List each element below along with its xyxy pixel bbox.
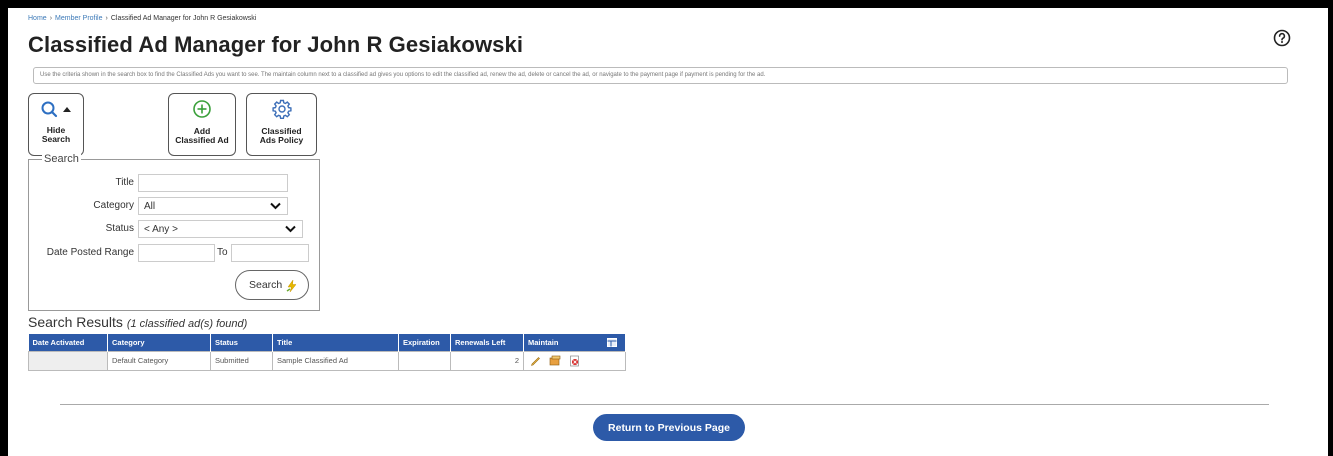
return-to-previous-page-button[interactable]: Return to Previous Page: [593, 414, 745, 441]
breadcrumb: Home › Member Profile › Classified Ad Manage…: [28, 15, 256, 22]
title-label: Title: [115, 177, 134, 188]
breadcrumb-separator: ›: [105, 15, 108, 22]
hide-search-label-2: Search: [41, 134, 71, 144]
breadcrumb-home-link[interactable]: Home: [28, 15, 47, 22]
page-frame: Home › Member Profile › Classified Ad Manage…: [8, 8, 1328, 456]
help-circle-icon[interactable]: [1273, 29, 1291, 47]
cell-category: Default Category: [107, 350, 211, 371]
status-value: < Any >: [144, 224, 178, 235]
cell-date-activated: [28, 350, 108, 371]
search-button-label: Search: [249, 279, 283, 291]
breadcrumb-member-profile-link[interactable]: Member Profile: [55, 15, 102, 22]
date-from-input[interactable]: [138, 244, 215, 262]
breadcrumb-current: Classified Ad Manager for John R Gesiako…: [110, 15, 257, 22]
classified-ads-policy-button[interactable]: Classified Ads Policy: [246, 93, 317, 156]
category-value: All: [144, 201, 156, 212]
col-maintain-label: Maintain: [528, 337, 559, 347]
category-label: Category: [93, 200, 134, 211]
category-row: Category: [8, 197, 134, 215]
date-range-label: Date Posted Range: [46, 247, 134, 258]
add-classified-ad-button[interactable]: Add Classified Ad: [168, 93, 236, 156]
date-to-input[interactable]: [231, 244, 309, 262]
col-date-activated[interactable]: Date Activated: [28, 334, 108, 351]
title-input[interactable]: [138, 174, 288, 192]
edit-pencil-icon[interactable]: [530, 355, 541, 366]
col-expiration[interactable]: Expiration: [398, 334, 451, 351]
breadcrumb-separator: ›: [49, 15, 53, 22]
search-icon: [41, 101, 71, 118]
caret-up-icon: [63, 107, 71, 112]
lightning-icon: [286, 279, 297, 293]
status-label: Status: [105, 223, 134, 234]
category-select[interactable]: All: [138, 197, 288, 215]
col-title[interactable]: Title: [272, 334, 399, 351]
table-header-row: Date Activated Category Status Title Exp…: [28, 334, 626, 351]
date-range-row: Date Posted Range: [8, 244, 134, 262]
chevron-down-icon: [285, 225, 296, 233]
results-table: Date Activated Category Status Title Exp…: [28, 334, 626, 371]
col-maintain: Maintain: [523, 334, 626, 351]
date-to-label: To: [217, 247, 228, 258]
col-category[interactable]: Category: [107, 334, 211, 351]
policy-label-2: Ads Policy: [259, 135, 304, 145]
gear-icon: [271, 99, 292, 119]
info-box: Use the criteria shown in the search box…: [33, 67, 1288, 84]
col-status[interactable]: Status: [210, 334, 273, 351]
page-title: Classified Ad Manager for John R Gesiako…: [28, 32, 524, 57]
results-heading: Search Results: [28, 314, 123, 330]
search-button[interactable]: Search: [235, 270, 309, 300]
cell-status: Submitted: [210, 350, 273, 371]
export-icon[interactable]: [607, 338, 617, 347]
col-renewals-left[interactable]: Renewals Left: [450, 334, 524, 351]
search-legend: Search: [42, 153, 81, 165]
cell-title: Sample Classified Ad: [272, 350, 399, 371]
table-row: Default Category Submitted Sample Classi…: [28, 350, 626, 371]
hide-search-button[interactable]: Hide Search: [28, 93, 84, 156]
delete-icon[interactable]: [569, 355, 580, 367]
cell-renewals-left: 2: [450, 350, 524, 371]
renew-icon[interactable]: [549, 355, 561, 366]
status-select[interactable]: < Any >: [138, 220, 303, 238]
search-results-title: Search Results (1 classified ad(s) found…: [28, 314, 247, 330]
chevron-down-icon: [270, 202, 281, 210]
title-row: Title: [8, 174, 134, 192]
plus-circle-icon: [193, 100, 211, 118]
results-count: (1 classified ad(s) found): [126, 318, 248, 330]
add-ad-label-2: Classified Ad: [175, 135, 229, 145]
cell-maintain: [523, 350, 626, 371]
divider: [60, 404, 1269, 405]
status-row: Status: [8, 220, 134, 238]
cell-expiration: [398, 350, 451, 371]
